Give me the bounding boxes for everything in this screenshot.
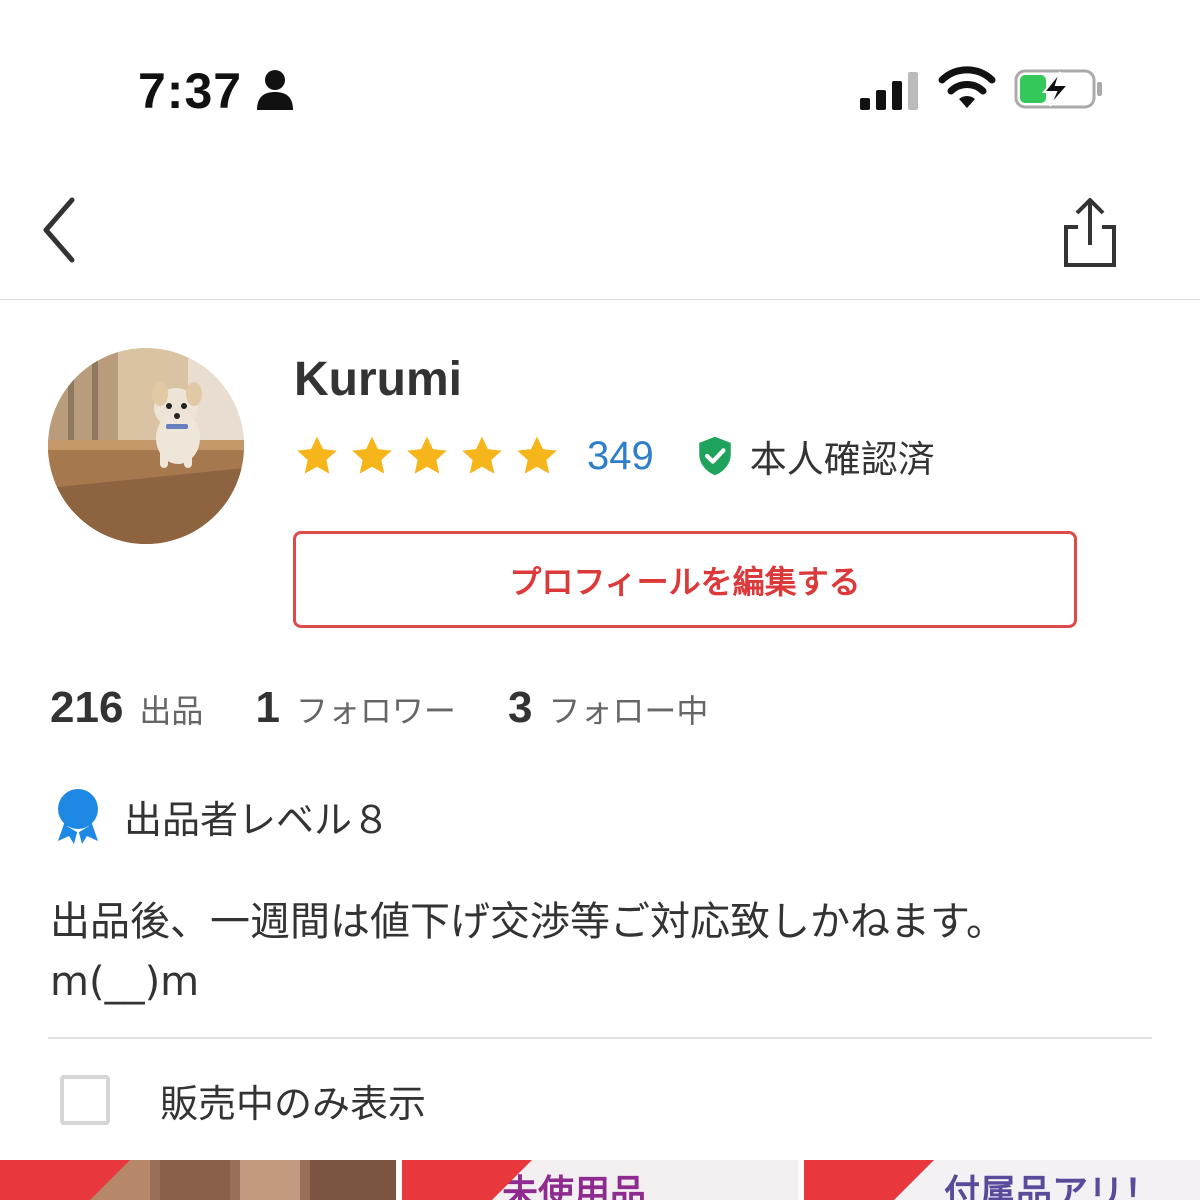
stat-following[interactable]: 3 フォロー中 [508,683,709,733]
item-grid: 未使用品 付属品アリ！ [0,1160,1200,1200]
review-count-link[interactable]: 349 [587,434,654,479]
back-button[interactable] [30,190,90,270]
profile-bio: 出品後、一週間は値下げ交渉等ご対応致しかねます。 m(__)m [50,899,1006,1005]
share-button[interactable] [1055,195,1125,270]
on-sale-only-checkbox[interactable] [60,1075,110,1125]
status-bar: 7:37 [0,0,1200,150]
battery-icon [1014,69,1102,109]
stat-label: フォロワー [295,692,456,730]
star-icon [407,436,447,474]
stat-followers[interactable]: 1 フォロワー [255,683,456,733]
stat-number: 216 [50,683,124,732]
stat-number: 3 [507,683,533,732]
star-icon [462,436,502,474]
stats-row: 216 出品 1 フォロワー 3 フォロー中 [50,678,760,738]
share-icon [1064,198,1116,267]
verified-shield-icon [699,436,731,476]
signal-icon [860,72,918,110]
item-tile[interactable]: 未使用品 [402,1160,798,1200]
on-sale-only-filter[interactable]: 販売中のみ表示 [60,1070,426,1130]
star-icon [352,436,392,474]
stat-label: フォロー中 [548,692,709,730]
person-icon [257,70,293,110]
stat-listings[interactable]: 216 出品 [50,683,203,733]
seller-level-row[interactable]: 出品者レベル８ [52,786,390,846]
avatar-dog-photo [48,348,244,544]
sale-ribbon-icon [804,1160,934,1200]
star-icon [297,436,337,474]
sale-ribbon-icon [0,1160,130,1200]
sale-ribbon-icon [402,1160,532,1200]
edit-profile-button[interactable]: プロフィールを編集する [293,531,1077,628]
item-tile-text: 付属品アリ！ [944,1173,1161,1200]
stat-number: 1 [255,683,280,732]
status-time: 7:37 [138,63,243,119]
stat-label: 出品 [139,692,204,730]
back-chevron-icon [43,197,75,263]
verified-label: 本人確認済 [749,438,935,481]
rating-row[interactable]: 349 本人確認済 [294,428,935,484]
level-badge-icon [58,789,98,844]
wifi-icon [938,66,996,108]
item-tile[interactable]: 付属品アリ！ [804,1160,1200,1200]
user-name: Kurumi [294,353,462,406]
nav-bar [0,150,1200,300]
on-sale-only-label: 販売中のみ表示 [160,1081,427,1126]
seller-level-label: 出品者レベル８ [124,797,391,842]
item-tile[interactable] [0,1160,396,1200]
star-icon [517,436,557,474]
divider [48,1037,1152,1039]
avatar[interactable] [48,348,244,544]
